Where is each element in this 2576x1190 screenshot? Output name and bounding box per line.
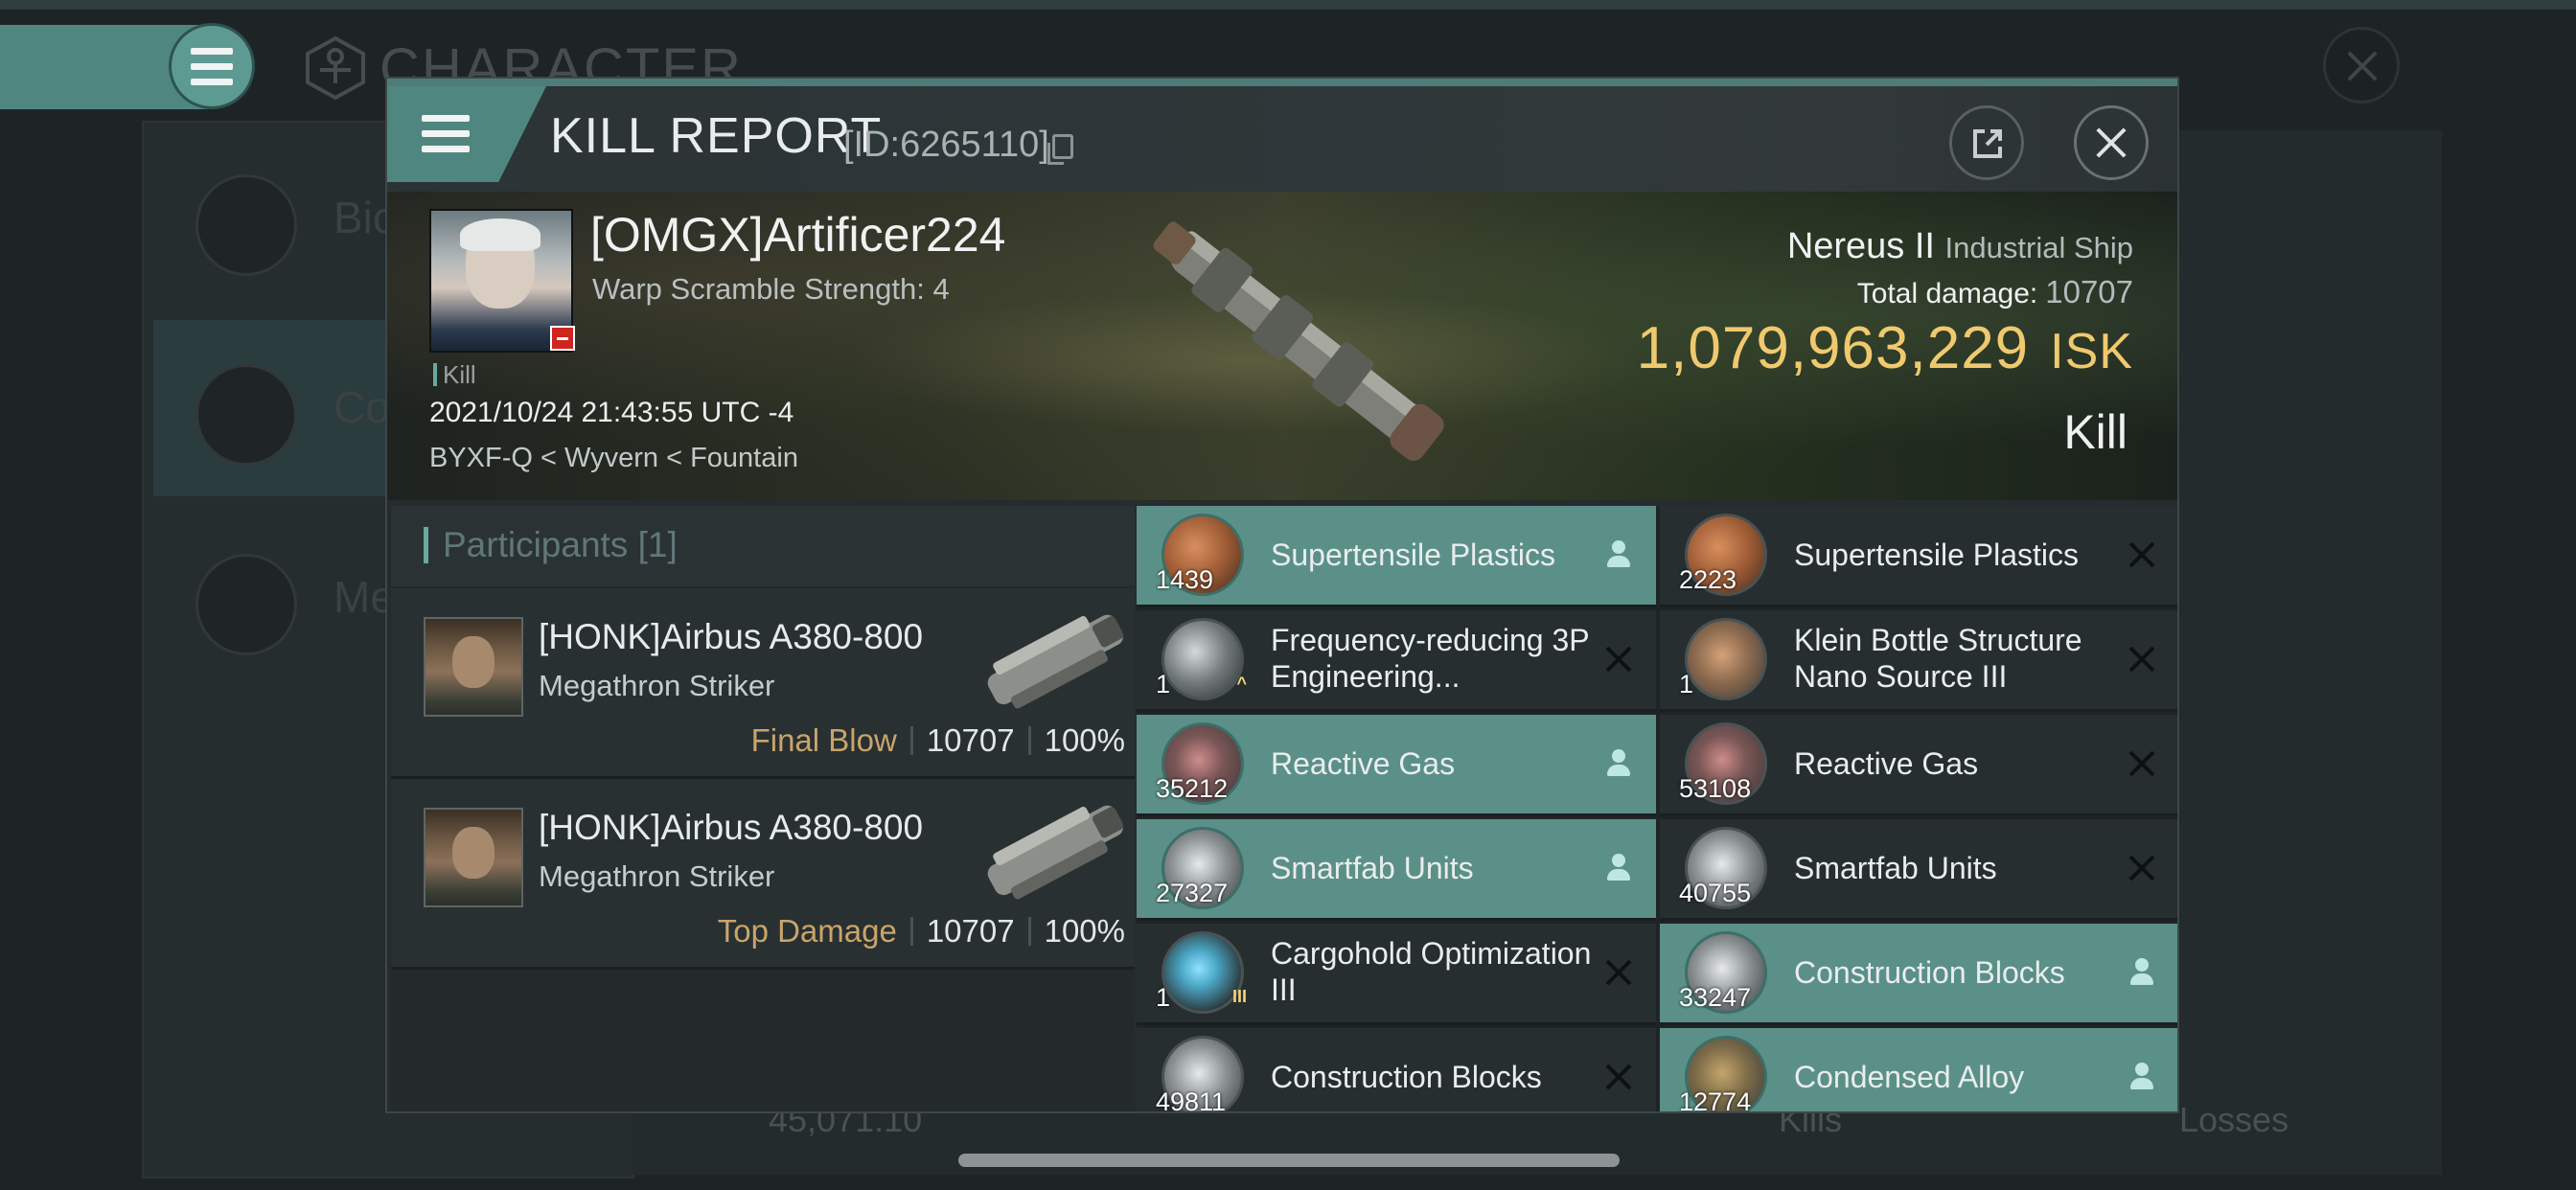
main-menu-icon[interactable] xyxy=(169,23,255,109)
destroyed-icon xyxy=(2126,538,2158,571)
participant-row[interactable]: [HONK]Airbus A380-800 Megathron Striker … xyxy=(391,779,1135,970)
ship-info[interactable]: Nereus II Industrial Ship xyxy=(1787,226,2133,267)
close-button[interactable] xyxy=(2074,105,2149,180)
dropped-icon xyxy=(1602,747,1635,780)
dropped-icon xyxy=(2126,956,2158,989)
home-indicator xyxy=(958,1154,1620,1167)
item-row[interactable]: 12774 Condensed Alloy xyxy=(1660,1028,2177,1111)
victim-portrait[interactable] xyxy=(429,209,575,353)
victim-name[interactable]: [OMGX]Artificer224 xyxy=(590,207,1005,263)
crossed-swords-icon xyxy=(196,364,297,466)
destroyed-icon xyxy=(2126,747,2158,780)
share-button[interactable] xyxy=(1949,105,2024,180)
destroyed-icon xyxy=(1602,1061,1635,1093)
item-row[interactable]: ^ 1 Frequency-reducing 3P Engineering... xyxy=(1137,610,1656,712)
item-row[interactable]: 49811 Construction Blocks xyxy=(1137,1028,1656,1111)
top-bar xyxy=(0,0,2576,10)
total-damage: Total damage: 10707 xyxy=(1856,274,2133,309)
item-row[interactable]: 35212 Reactive Gas xyxy=(1137,715,1656,816)
participants-header: Participants [1] xyxy=(391,506,1135,586)
item-row[interactable]: 1 Klein Bottle Structure Nano Source III xyxy=(1660,610,2177,712)
destroyed-icon xyxy=(1602,643,1635,675)
dropped-icon xyxy=(1602,852,1635,884)
participant-ship-image xyxy=(987,614,1124,709)
hamburger-icon xyxy=(422,115,470,152)
victim-ship-image[interactable] xyxy=(1125,205,1470,473)
menu-icon xyxy=(196,174,297,276)
item-row[interactable]: 40755 Smartfab Units xyxy=(1660,819,2177,921)
copy-icon[interactable] xyxy=(1047,134,1073,165)
destroyed-icon xyxy=(1602,956,1635,989)
cargo-icon: III xyxy=(1162,931,1247,1014)
items-grid: 1439 Supertensile Plastics 2223 Superten… xyxy=(1137,506,2177,1111)
participant-ship-image xyxy=(987,805,1124,900)
kill-summary-banner: [OMGX]Artificer224 Warp Scramble Strengt… xyxy=(387,192,2177,500)
participant-avatar[interactable] xyxy=(424,808,523,907)
destroyed-icon xyxy=(2126,852,2158,884)
event-tag: Kill xyxy=(433,360,476,390)
result-label: Kill xyxy=(2063,405,2128,459)
chip-icon: ^ xyxy=(1162,618,1247,700)
kill-datetime: 2021/10/24 21:43:55 UTC -4 xyxy=(429,397,794,428)
item-row[interactable]: III 1 Cargohold Optimization III xyxy=(1137,924,1656,1025)
item-row[interactable]: 33247 Construction Blocks xyxy=(1660,924,2177,1025)
participants-panel: Participants [1] [HONK]Airbus A380-800 M… xyxy=(391,506,1135,1111)
character-icon xyxy=(306,35,365,101)
item-row[interactable]: 2223 Supertensile Plastics xyxy=(1660,506,2177,607)
dialog-title: KILL REPORT xyxy=(550,108,883,164)
star-icon xyxy=(196,554,297,655)
destroyed-icon xyxy=(2126,643,2158,675)
warp-scramble-strength: Warp Scramble Strength: 4 xyxy=(592,272,950,306)
item-row[interactable]: 1439 Supertensile Plastics xyxy=(1137,506,1656,607)
dropped-icon xyxy=(2126,1061,2158,1093)
item-row[interactable]: 27327 Smartfab Units xyxy=(1137,819,1656,921)
participant-avatar[interactable] xyxy=(424,617,523,717)
klein-icon xyxy=(1685,618,1767,700)
dropped-icon xyxy=(1602,538,1635,571)
isk-value: 1,079,963,229 ISK xyxy=(1636,315,2133,381)
share-icon xyxy=(1973,129,2002,158)
participant-row[interactable]: [HONK]Airbus A380-800 Megathron Striker … xyxy=(391,588,1135,779)
kill-location[interactable]: BYXF-Q < Wyvern < Fountain xyxy=(429,443,798,474)
dialog-header: KILL REPORT [ID:6265110] xyxy=(387,86,2177,192)
item-row[interactable]: 53108 Reactive Gas xyxy=(1660,715,2177,816)
background-close-icon[interactable] xyxy=(2323,27,2400,103)
dialog-accent-line xyxy=(387,79,2177,86)
hostile-status-icon xyxy=(550,326,575,351)
kill-report-dialog: KILL REPORT [ID:6265110] [OMGX]Artificer… xyxy=(385,77,2179,1113)
report-id: [ID:6265110] xyxy=(843,125,1049,165)
